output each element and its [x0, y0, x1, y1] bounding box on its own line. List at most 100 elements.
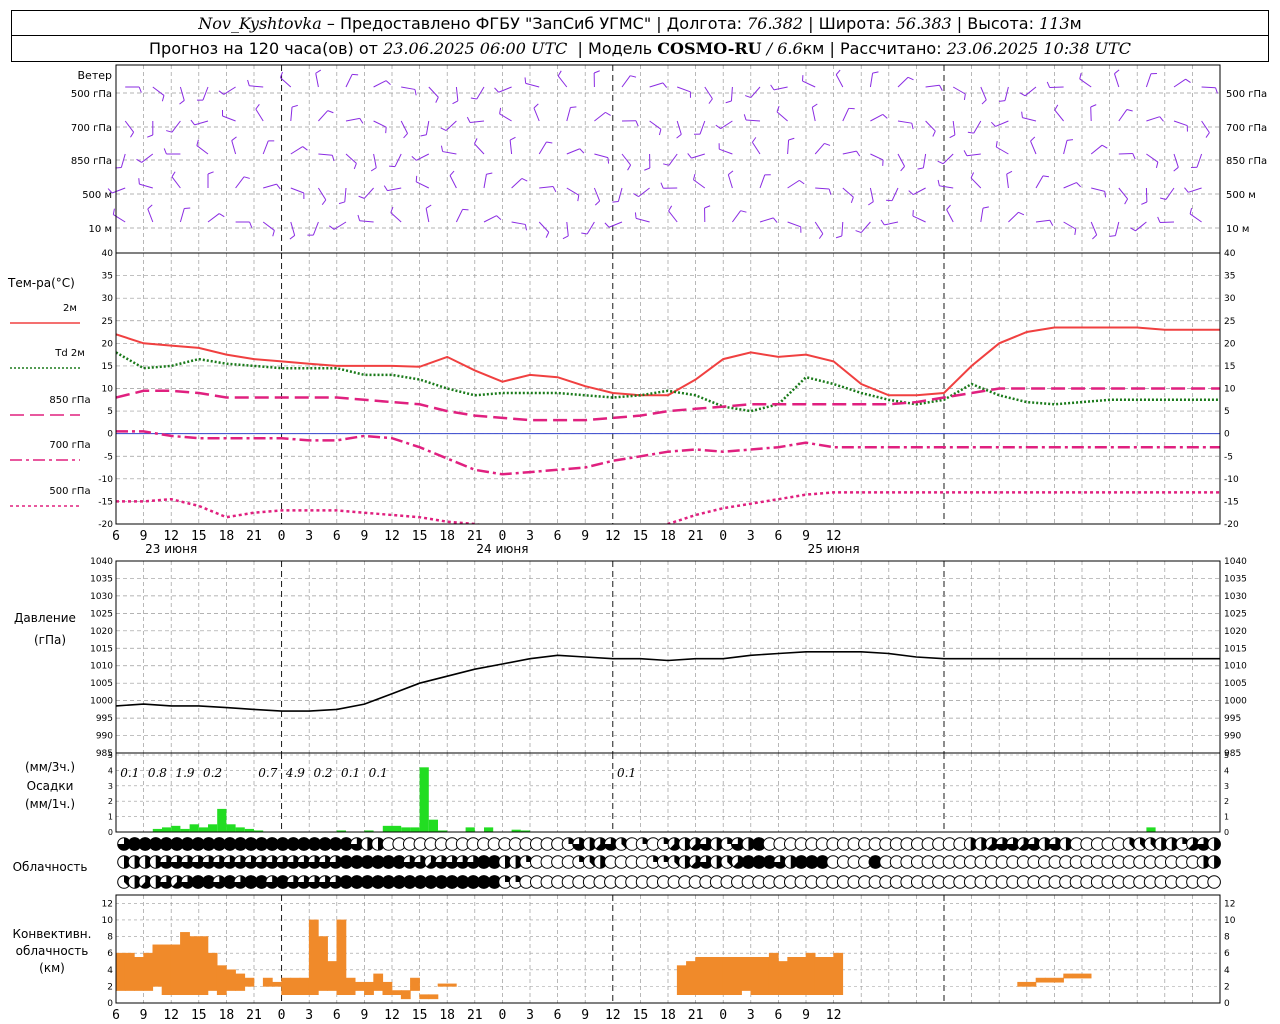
- convective-bar: [722, 957, 733, 995]
- wind-barb: [1145, 73, 1152, 88]
- wind-barb-feather: [425, 204, 432, 209]
- wind-barb: [593, 187, 601, 202]
- wind-barb-feather: [668, 205, 673, 212]
- wind-barb-feather: [474, 138, 478, 144]
- wind-barb-feather: [385, 80, 391, 86]
- wind-barb-feather: [581, 232, 588, 235]
- wind-barb: [415, 181, 430, 189]
- wind-barb-feather: [850, 197, 854, 204]
- wind-level-label: 500 гПа: [71, 89, 112, 100]
- wind-barb-feather: [358, 195, 365, 199]
- convective-bar: [189, 936, 200, 995]
- wind-barb: [1173, 120, 1188, 127]
- wind-barb-feather: [594, 200, 600, 206]
- convective-bar: [695, 957, 706, 995]
- wind-barb: [390, 212, 402, 223]
- wind-barb: [925, 120, 936, 132]
- wind-barb: [290, 187, 305, 194]
- wind-barb-feather: [403, 133, 408, 139]
- hour-tick-label-bottom: 12: [163, 1008, 179, 1023]
- wind-barb-feather: [562, 235, 569, 240]
- convective-bar: [327, 961, 338, 991]
- wind-barb-feather: [196, 139, 199, 146]
- wind-barb: [312, 221, 319, 236]
- wind-barb: [290, 146, 303, 155]
- wind-barb-feather: [218, 213, 225, 218]
- wind-barb-feather: [359, 118, 364, 124]
- wind-barb-feather: [353, 163, 357, 170]
- hour-tick-label-bottom: 15: [191, 1008, 207, 1023]
- wind-barb: [318, 153, 333, 156]
- wind-barb-feather: [1074, 228, 1077, 236]
- temp-tick-label: 10: [1224, 385, 1236, 395]
- precip-tick-label: 3: [108, 782, 113, 791]
- hour-tick-label-bottom: 18: [439, 1008, 455, 1023]
- wind-barb-feather: [218, 90, 225, 95]
- wind-barb: [566, 221, 569, 236]
- wind-barb: [373, 80, 387, 88]
- wind-barb: [120, 153, 126, 168]
- convective-bar: [124, 952, 135, 991]
- hour-tick-label-bottom: 15: [633, 1008, 649, 1023]
- wind-barb: [1173, 153, 1179, 168]
- wind-barb: [759, 217, 774, 223]
- hour-tick-label-bottom: 9: [360, 1008, 368, 1023]
- convective-bar: [437, 983, 448, 987]
- wind-barb: [693, 179, 706, 189]
- convective-bar: [115, 952, 126, 991]
- convective-bar: [1044, 977, 1055, 983]
- wind-barb: [455, 209, 463, 223]
- wind-barb-feather: [630, 75, 637, 78]
- temp-tick-label: 5: [1224, 407, 1230, 417]
- temp-panel-title: Тем-ра(°С): [7, 276, 75, 290]
- wind-barb: [363, 187, 374, 199]
- wind-barb: [235, 176, 245, 189]
- precip-bar: [208, 824, 218, 832]
- wind-barb: [1006, 174, 1009, 189]
- wind-barb-feather: [524, 77, 527, 84]
- hour-tick-label: 12: [384, 529, 400, 544]
- wind-barb: [262, 221, 275, 231]
- convective-bar: [704, 957, 715, 995]
- convective-bar: [428, 994, 439, 1000]
- convective-panel-title: облачность: [16, 944, 89, 958]
- wind-barb-feather: [949, 134, 956, 139]
- hour-tick-label: 0: [719, 529, 727, 544]
- wind-barb-feather: [776, 105, 780, 112]
- wind-barb-feather: [824, 142, 831, 146]
- convective-bar: [1017, 981, 1028, 987]
- wind-barb-feather: [937, 160, 944, 165]
- wind-barb: [1063, 182, 1077, 189]
- convective-panel-title: (км): [39, 961, 65, 975]
- convective-bar: [676, 965, 687, 995]
- wind-barb: [635, 217, 650, 223]
- wind-barb-feather: [1126, 109, 1133, 112]
- wind-barb-feather: [130, 131, 135, 138]
- cloud-fill: [1214, 855, 1221, 869]
- wind-barb: [617, 187, 623, 202]
- temp-tick-label: -20: [98, 520, 113, 530]
- wind-barb: [425, 120, 430, 135]
- pressure-tick-label: 1030: [1224, 592, 1247, 602]
- wind-barb-feather: [799, 179, 805, 185]
- temp-tick-label: -5: [1224, 452, 1233, 462]
- wind-barb-feather: [1184, 187, 1189, 193]
- convective-bar: [373, 973, 384, 991]
- wind-barb: [416, 153, 430, 161]
- wind-barb-feather: [995, 140, 998, 148]
- wind-barb-feather: [1054, 104, 1059, 111]
- pressure-tick-label: 1015: [90, 644, 113, 654]
- wind-barb-feather: [982, 206, 989, 209]
- precip-bar: [465, 827, 475, 832]
- wind-barb: [621, 75, 631, 88]
- wind-barb-feather: [321, 199, 327, 205]
- wind-barb: [676, 120, 682, 135]
- convective-bar: [299, 977, 310, 995]
- wind-barb: [345, 117, 360, 122]
- wind-barb-feather: [291, 104, 298, 108]
- wind-level-label: 10 м: [89, 224, 112, 235]
- wind-barb-feather: [872, 71, 879, 74]
- wind-barb: [842, 150, 857, 155]
- wind-barb-feather: [315, 69, 322, 74]
- convective-bar: [686, 961, 696, 995]
